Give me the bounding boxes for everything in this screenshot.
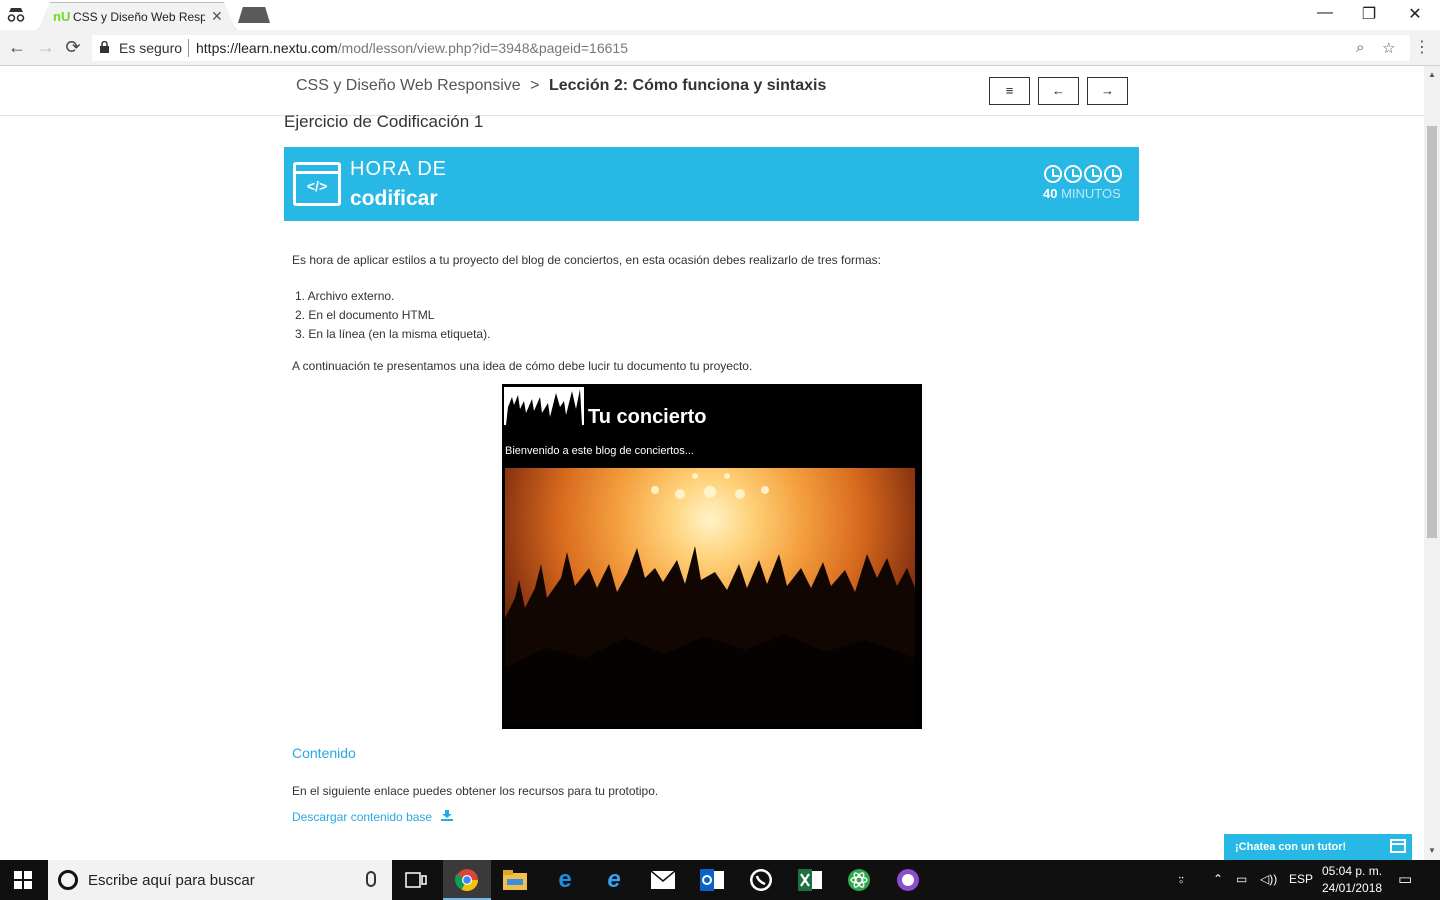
window-close-button[interactable]: ✕ [1392, 4, 1438, 24]
address-bar[interactable]: Es seguro https://learn.nextu.com/mod/le… [92, 35, 1410, 61]
chrome-menu-icon[interactable]: ⋮ [1414, 37, 1430, 57]
address-divider [188, 39, 189, 57]
continuation-paragraph: A continuación te presentamos una idea d… [292, 359, 753, 373]
banner-line-1: HORA DE [350, 158, 448, 180]
browser-tab-active[interactable]: nU CSS y Diseño Web Responsive ✕ [38, 2, 236, 30]
chrome-icon[interactable] [453, 866, 481, 894]
new-tab-button[interactable] [238, 7, 270, 23]
outlook-icon[interactable] [698, 866, 726, 894]
page-viewport: CSS y Diseño Web Responsive > Lección 2:… [0, 66, 1424, 860]
incognito-icon [7, 8, 25, 22]
lesson-menu-button[interactable]: ≡ [989, 77, 1030, 105]
methods-list: 1. Archivo externo. 2. En el documento H… [295, 287, 490, 344]
cortana-icon [58, 870, 78, 890]
crowd-logo-icon [504, 387, 584, 425]
excel-icon[interactable] [796, 866, 824, 894]
breadcrumb-lesson: Lección 2: Cómo funciona y sintaxis [548, 77, 827, 94]
browser-toolbar: ← → ⟳ Es seguro https://learn.nextu.com/… [0, 30, 1440, 66]
system-clock[interactable]: 05:04 p. m. 24/01/2018 [1322, 863, 1382, 897]
clock-time: 05:04 p. m. [1322, 864, 1383, 878]
nextu-favicon-icon: nU [53, 9, 71, 24]
intro-paragraph: Es hora de aplicar estilos a tu proyecto… [292, 253, 881, 267]
duration-label: 40 MINUTOS [1043, 186, 1121, 201]
notifications-icon[interactable]: ▭ [1398, 870, 1412, 888]
zoom-search-icon[interactable]: ⌕ [1356, 39, 1364, 56]
next-page-button[interactable]: → [1087, 77, 1128, 105]
code-window-icon: </> [293, 162, 341, 206]
clock-icon [1064, 165, 1082, 183]
clock-icon [1104, 165, 1122, 183]
tab-title: CSS y Diseño Web Responsive [73, 10, 205, 24]
reload-icon[interactable]: ⟳ [62, 37, 84, 58]
list-item: 3. En la línea (en la misma etiqueta). [295, 327, 491, 341]
whatsapp-icon[interactable] [747, 866, 775, 894]
internet-explorer-icon[interactable]: e [600, 866, 628, 894]
search-placeholder: Escribe aquí para buscar [88, 872, 255, 889]
demo-title: Tu concierto [588, 406, 707, 428]
clock-icons [1044, 165, 1124, 188]
restore-button[interactable]: ❐ [1346, 4, 1392, 24]
scroll-up-icon[interactable]: ▲ [1428, 70, 1436, 79]
language-indicator[interactable]: ESP [1289, 872, 1313, 886]
breadcrumb-separator: > [530, 77, 540, 94]
chat-label: ¡Chatea con un tutor! [1235, 841, 1347, 853]
task-view-icon[interactable] [402, 866, 430, 894]
resources-paragraph: En el siguiente enlace puedes obtener lo… [292, 784, 659, 798]
clock-icon [1044, 165, 1062, 183]
download-icon [441, 810, 454, 821]
page-scrollbar[interactable]: ▲ ▼ [1424, 66, 1440, 860]
exercise-title: Ejercicio de Codificación 1 [284, 112, 484, 131]
windows-start-icon[interactable] [14, 871, 32, 889]
list-item: 1. Archivo externo. [295, 289, 395, 303]
people-icon[interactable]: ⍤ [1177, 872, 1185, 889]
coding-banner: </> HORA DE codificar 40 MINUTOS [284, 147, 1139, 221]
crowd-silhouette-icon [505, 473, 915, 724]
network-icon[interactable]: ▭ [1236, 872, 1247, 886]
clock-icon [1084, 165, 1102, 183]
scroll-down-icon[interactable]: ▼ [1428, 846, 1436, 855]
browser-tab-strip: nU CSS y Diseño Web Responsive ✕ — ❐ ✕ [0, 0, 1440, 30]
tab-close-icon[interactable]: ✕ [211, 8, 223, 25]
file-explorer-icon[interactable] [501, 866, 529, 894]
breadcrumb-course[interactable]: CSS y Diseño Web Responsive [296, 77, 521, 94]
chat-window-icon[interactable] [1390, 839, 1406, 853]
volume-icon[interactable]: ◁)) [1260, 872, 1277, 886]
secure-label: Es seguro [119, 40, 183, 56]
back-arrow-icon[interactable]: ← [6, 37, 28, 58]
mail-icon[interactable] [649, 866, 677, 894]
scrollbar-thumb[interactable] [1427, 126, 1437, 538]
microphone-icon[interactable] [366, 871, 376, 887]
atom-icon[interactable] [845, 866, 873, 894]
url-text[interactable]: https://learn.nextu.com/mod/lesson/view.… [196, 40, 628, 56]
edge-icon[interactable]: e [551, 866, 579, 894]
section-heading-contenido: Contenido [292, 745, 356, 761]
list-item: 2. En el documento HTML [295, 308, 435, 322]
concert-photo [505, 468, 915, 724]
minimize-button[interactable]: — [1302, 4, 1348, 22]
breadcrumb: CSS y Diseño Web Responsive > Lección 2:… [296, 77, 826, 95]
previous-page-button[interactable]: ← [1038, 77, 1079, 105]
demo-subtitle: Bienvenido a este blog de conciertos... [505, 445, 694, 457]
bookmark-star-icon[interactable]: ☆ [1382, 39, 1395, 57]
download-link[interactable]: Descargar contenido base [292, 810, 454, 824]
taskbar-search-box[interactable]: Escribe aquí para buscar [48, 860, 392, 900]
example-preview-image: Tu concierto Bienvenido a este blog de c… [502, 384, 922, 729]
banner-line-2: codificar [350, 187, 438, 210]
windows-taskbar: Escribe aquí para buscar e e ⍤ ⌃ ▭ ◁)) E… [0, 860, 1440, 900]
forward-arrow-icon[interactable]: → [35, 37, 57, 58]
tray-chevron-icon[interactable]: ⌃ [1213, 872, 1223, 886]
lesson-header: CSS y Diseño Web Responsive > Lección 2:… [0, 66, 1424, 116]
clock-date: 24/01/2018 [1322, 881, 1383, 895]
github-desktop-icon[interactable] [894, 866, 922, 894]
chat-tutor-widget[interactable]: ¡Chatea con un tutor! [1224, 834, 1412, 860]
lock-icon [100, 41, 109, 53]
